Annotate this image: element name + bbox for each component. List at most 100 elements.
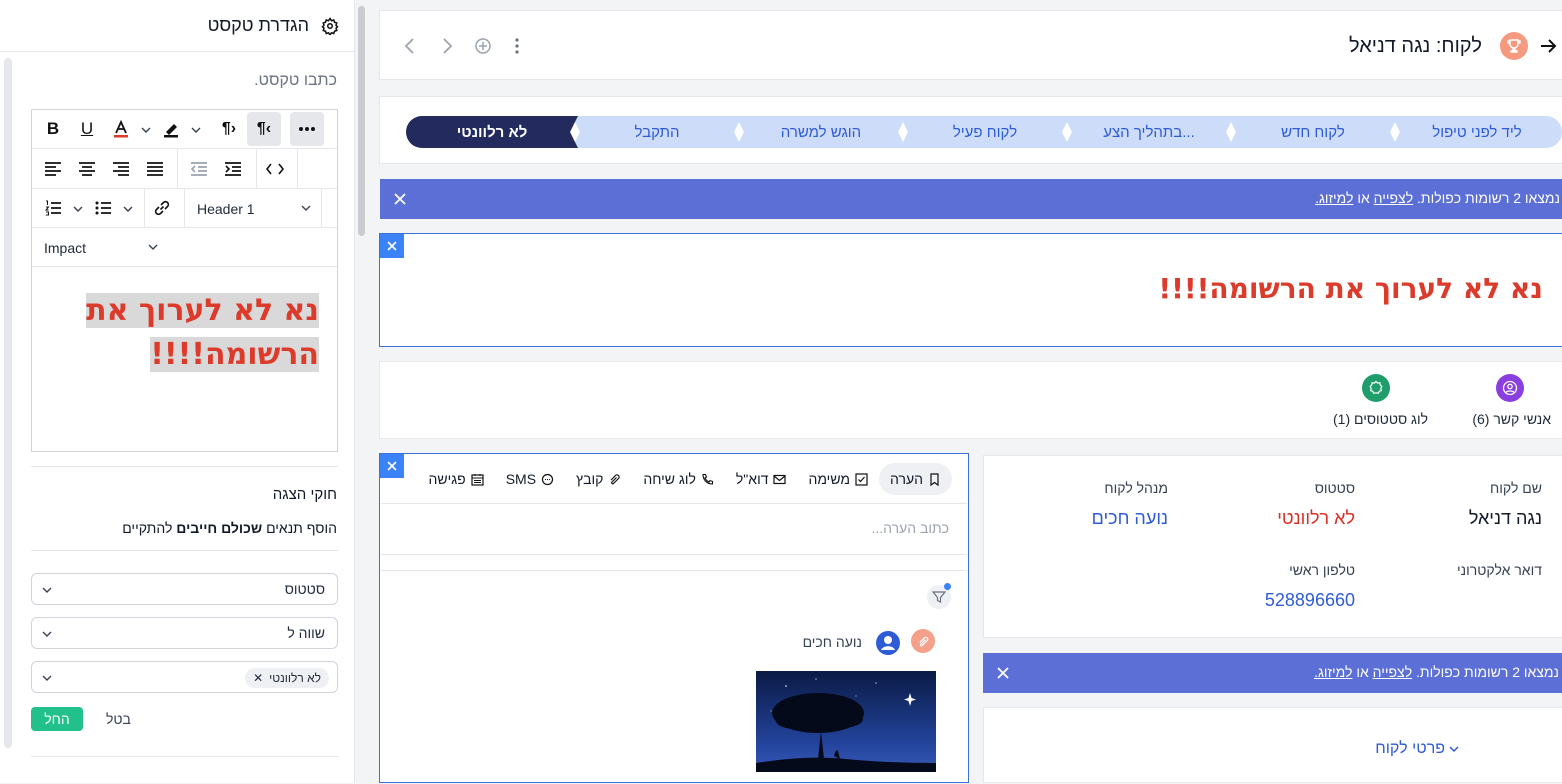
- align-center-button[interactable]: [70, 152, 104, 186]
- stage-1[interactable]: לקוח חדש: [1228, 116, 1398, 148]
- stage-label: הוגש למשרה: [780, 123, 862, 141]
- apply-button[interactable]: החל: [31, 707, 83, 731]
- section-toggle-label[interactable]: פרטי לקוח: [1375, 740, 1445, 758]
- chip-remove-icon[interactable]: ✕: [253, 668, 263, 688]
- text-widget[interactable]: נא לא לערוך את הרשומה!!!!: [379, 233, 1562, 347]
- text-color-button[interactable]: [104, 112, 138, 146]
- stage-label: התקבל: [634, 123, 680, 141]
- main-scrollbar-thumb[interactable]: [358, 6, 365, 236]
- ordered-list-button[interactable]: [36, 191, 70, 225]
- activity-tab-4[interactable]: קובץ: [565, 463, 632, 495]
- editor-content-area[interactable]: נא לא לערוך את הרשומה!!!!: [32, 267, 337, 451]
- bookmark-icon: [930, 472, 939, 486]
- font-select[interactable]: Impact: [32, 228, 169, 267]
- chevron-down-icon[interactable]: [191, 125, 201, 135]
- chevron-down-icon[interactable]: [73, 204, 83, 214]
- chevron-down-icon: [301, 205, 311, 211]
- customer-details-section: פרטי לקוח: [983, 707, 1562, 783]
- chevron-right-icon[interactable]: [437, 36, 457, 56]
- chevron-down-icon[interactable]: [123, 204, 133, 214]
- stage-6[interactable]: לא רלוונטי: [406, 116, 578, 148]
- alert-message: נמצאו 2 רשומות כפולות.: [1417, 190, 1560, 206]
- close-icon[interactable]: [392, 191, 408, 207]
- toolbar-row: Impact: [32, 228, 337, 267]
- ltr-direction-button[interactable]: ¶›: [212, 112, 246, 146]
- field-value[interactable]: 528896660: [1265, 590, 1355, 611]
- chevron-left-icon[interactable]: [400, 36, 420, 56]
- note-input[interactable]: כתוב הערה...: [871, 520, 949, 536]
- outdent-button[interactable]: [182, 152, 216, 186]
- stage-2[interactable]: בתהליך הצע...: [1064, 116, 1234, 148]
- align-right-button[interactable]: [104, 152, 138, 186]
- close-icon[interactable]: [995, 665, 1011, 681]
- gear-icon[interactable]: [321, 17, 339, 35]
- chevron-down-icon[interactable]: [1448, 743, 1460, 755]
- related-item-contacts[interactable]: אנשי קשר (6): [1448, 362, 1562, 440]
- more-icon: [299, 127, 315, 131]
- note-input-area[interactable]: כתוב הערה...: [381, 503, 967, 555]
- add-circle-icon[interactable]: [473, 36, 493, 56]
- more-options-button[interactable]: [290, 112, 324, 146]
- merge-duplicates-link[interactable]: למיזוג.: [1315, 190, 1353, 206]
- toolbar-row: B U ¶› ¶‹: [32, 110, 337, 149]
- align-right-icon: [113, 162, 129, 176]
- highlight-button[interactable]: [154, 112, 188, 146]
- related-item-status-log[interactable]: לוג סטטוסים (1): [1308, 362, 1428, 440]
- heading-select[interactable]: Header 1: [184, 189, 322, 228]
- stage-label: לקוח פעיל: [952, 123, 1018, 141]
- related-label: לוג סטטוסים (1): [1332, 411, 1428, 427]
- view-duplicates-link[interactable]: לצפייה: [1373, 664, 1412, 680]
- panel-scrollbar[interactable]: [4, 58, 12, 748]
- code-button[interactable]: [258, 152, 292, 186]
- underline-button[interactable]: U: [70, 112, 104, 146]
- alert-text: נמצאו 2 רשומות כפולות. לצפייה או למיזוג.: [1315, 190, 1560, 206]
- stage-4[interactable]: הוגש למשרה: [736, 116, 906, 148]
- outdent-icon: [191, 162, 207, 176]
- merge-duplicates-link[interactable]: למיזוג.: [1314, 664, 1352, 680]
- chevron-down-icon[interactable]: [141, 125, 151, 135]
- alert-or: או: [1356, 664, 1369, 680]
- activity-tab-2[interactable]: דוא"ל: [725, 463, 798, 495]
- arrow-right-icon[interactable]: [1538, 36, 1558, 56]
- duplicate-alert: נמצאו 2 רשומות כפולות. לצפייה או למיזוג.: [983, 653, 1562, 693]
- activity-tab-1[interactable]: משימה: [797, 463, 879, 495]
- condition-value-select[interactable]: לא רלוונטי ✕: [31, 661, 338, 693]
- toolbar-row: [32, 149, 337, 189]
- justify-button[interactable]: [138, 152, 172, 186]
- indent-button[interactable]: [216, 152, 250, 186]
- activity-tab-label: SMS: [505, 471, 537, 487]
- rtl-direction-button[interactable]: ¶‹: [247, 112, 281, 146]
- cancel-button[interactable]: בטל: [106, 711, 131, 727]
- condition-field-select[interactable]: סטטוס: [31, 573, 338, 605]
- stage-label: בתהליך הצע...: [1103, 123, 1195, 141]
- code-icon: [266, 163, 284, 175]
- view-duplicates-link[interactable]: לצפייה: [1374, 190, 1413, 206]
- alert-message: נמצאו 2 רשומות כפולות.: [1416, 664, 1559, 680]
- align-center-icon: [79, 162, 95, 176]
- feed-attachment-image[interactable]: [756, 671, 936, 772]
- toolbar-divider: [297, 149, 298, 189]
- condition-operator-select[interactable]: שווה ל: [31, 617, 338, 649]
- divider: [31, 550, 338, 551]
- panel-hint: כתבו טקסט.: [254, 72, 337, 89]
- activity-tab-3[interactable]: לוג שיחה: [632, 463, 725, 495]
- bullet-list-button[interactable]: [86, 191, 120, 225]
- stage-0[interactable]: ליד לפני טיפול: [1392, 116, 1562, 148]
- field-customer-name: שם לקוח נגה דניאל: [1469, 480, 1542, 529]
- bold-button[interactable]: B: [36, 112, 70, 146]
- activity-tab-0[interactable]: הערה: [879, 463, 952, 495]
- link-button[interactable]: [145, 191, 179, 225]
- activity-tab-6[interactable]: פגישה: [418, 463, 495, 495]
- field-label: סטטוס: [1314, 480, 1355, 496]
- stage-3[interactable]: לקוח פעיל: [900, 116, 1070, 148]
- stage-5[interactable]: התקבל: [572, 116, 742, 148]
- activity-tab-5[interactable]: SMS: [495, 463, 565, 495]
- field-value[interactable]: נועה חכים: [1092, 508, 1168, 529]
- feed-author-name: נועה חכים: [802, 634, 862, 650]
- contact-icon: [1496, 374, 1524, 402]
- activity-tab-label: פגישה: [428, 471, 466, 487]
- close-icon[interactable]: [380, 454, 404, 478]
- kebab-menu-icon[interactable]: [507, 36, 527, 56]
- align-left-button[interactable]: [36, 152, 70, 186]
- close-icon[interactable]: [380, 234, 404, 258]
